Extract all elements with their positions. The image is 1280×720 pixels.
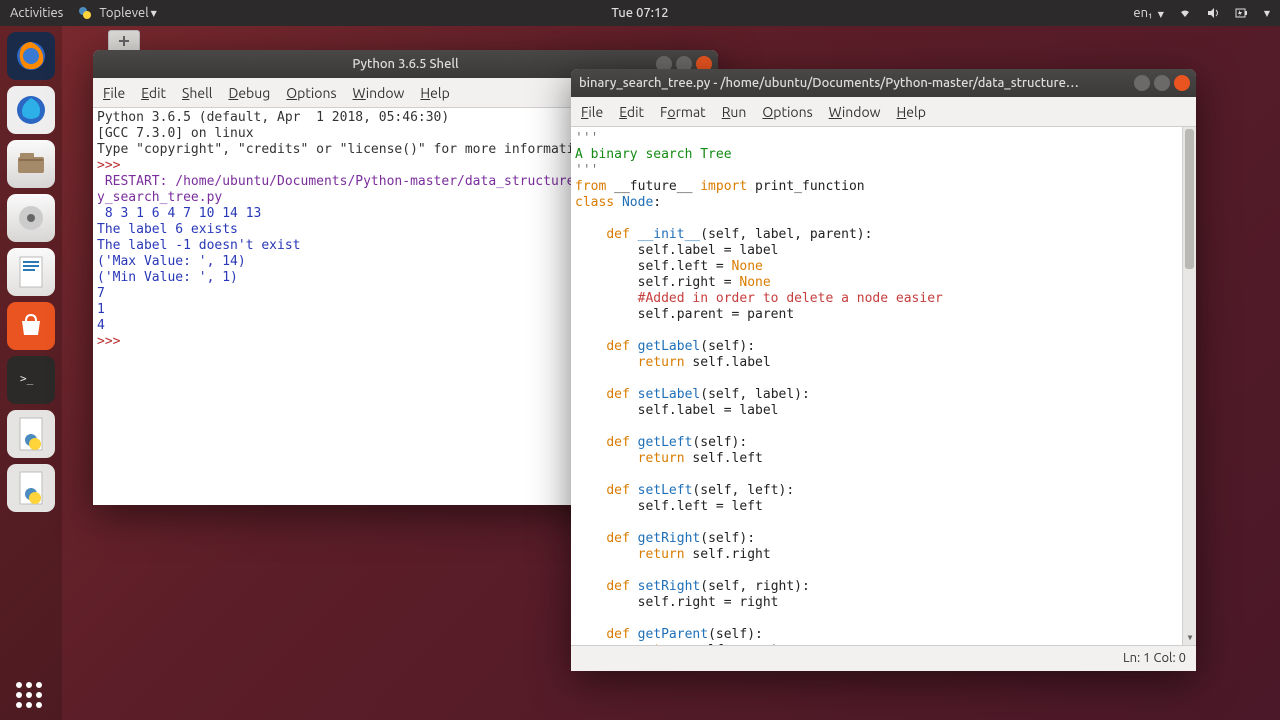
scroll-thumb[interactable] — [1185, 129, 1194, 269]
idle-editor-window: binary_search_tree.py - /home/ubuntu/Doc… — [571, 69, 1196, 671]
show-apps-button[interactable] — [16, 682, 42, 708]
menu-debug[interactable]: Debug — [228, 85, 270, 101]
menu-help[interactable]: Help — [420, 85, 449, 101]
plus-icon — [117, 34, 131, 48]
scrollbar[interactable]: ▲ ▼ — [1182, 127, 1196, 645]
menu-shell[interactable]: Shell — [182, 85, 212, 101]
rhythmbox-icon[interactable] — [7, 194, 55, 242]
menu-edit[interactable]: Edit — [141, 85, 166, 101]
menu-file[interactable]: File — [581, 104, 603, 120]
battery-icon[interactable] — [1234, 6, 1248, 20]
launcher-dock: >_ — [0, 26, 62, 720]
status-bar: Ln: 1 Col: 0 — [571, 645, 1196, 669]
scroll-down-icon[interactable]: ▼ — [1183, 631, 1196, 645]
files-icon[interactable] — [7, 140, 55, 188]
top-panel: Activities Toplevel ▼ Tue 07:12 en₁ ▼ ▼ — [0, 0, 1280, 26]
python-file-icon[interactable] — [7, 410, 55, 458]
app-menu[interactable]: Toplevel ▼ — [77, 5, 156, 21]
titlebar[interactable]: binary_search_tree.py - /home/ubuntu/Doc… — [571, 69, 1196, 97]
thunderbird-icon[interactable] — [7, 86, 55, 134]
svg-text:>_: >_ — [20, 372, 34, 385]
window-title: Python 3.6.5 Shell — [352, 57, 458, 71]
sound-icon[interactable] — [1206, 6, 1220, 20]
cursor-position: Ln: 1 Col: 0 — [1123, 651, 1186, 665]
software-icon[interactable] — [7, 302, 55, 350]
tab-new-button[interactable] — [108, 30, 140, 52]
menubar: File Edit Format Run Options Window Help — [571, 97, 1196, 127]
window-title: binary_search_tree.py - /home/ubuntu/Doc… — [579, 76, 1079, 90]
chevron-down-icon: ▼ — [151, 9, 157, 18]
menu-window[interactable]: Window — [353, 85, 405, 101]
python-file-icon-2[interactable] — [7, 464, 55, 512]
terminal-icon[interactable]: >_ — [7, 356, 55, 404]
menu-options[interactable]: Options — [286, 85, 336, 101]
firefox-icon[interactable] — [7, 32, 55, 80]
minimize-button[interactable] — [1134, 75, 1150, 91]
editor-code[interactable]: ''' A binary search Tree ''' from __futu… — [571, 127, 1196, 645]
chevron-down-icon: ▼ — [1158, 10, 1164, 19]
menu-run[interactable]: Run — [722, 104, 747, 120]
activities-button[interactable]: Activities — [10, 6, 63, 20]
close-button[interactable] — [1174, 75, 1190, 91]
maximize-button[interactable] — [1154, 75, 1170, 91]
lang-indicator[interactable]: en₁ ▼ — [1133, 6, 1163, 20]
clock[interactable]: Tue 07:12 — [611, 6, 668, 20]
python-icon — [77, 5, 93, 21]
menu-window[interactable]: Window — [829, 104, 881, 120]
menu-options[interactable]: Options — [762, 104, 812, 120]
menu-format[interactable]: Format — [660, 104, 706, 120]
menu-help[interactable]: Help — [897, 104, 926, 120]
writer-icon[interactable] — [7, 248, 55, 296]
menu-edit[interactable]: Edit — [619, 104, 644, 120]
menu-file[interactable]: File — [103, 85, 125, 101]
chevron-down-icon: ▼ — [1264, 9, 1270, 18]
wifi-icon[interactable] — [1178, 6, 1192, 20]
